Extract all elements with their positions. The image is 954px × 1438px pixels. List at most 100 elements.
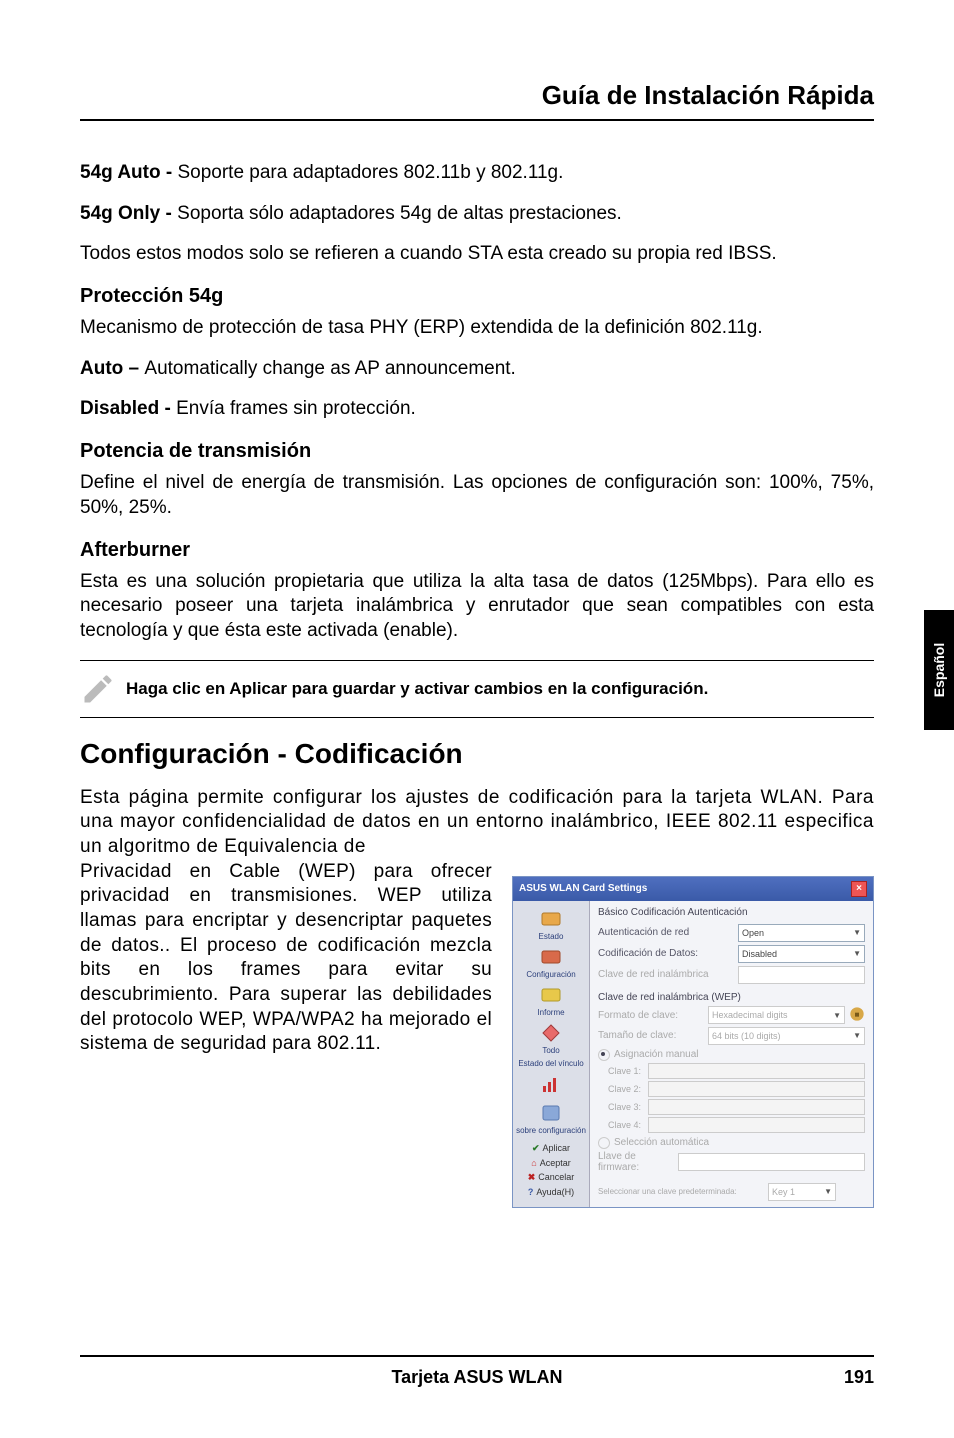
encryption-select[interactable]: Disabled▼ [738,945,865,963]
signal-icon [537,1072,565,1096]
window-titlebar: ASUS WLAN Card Settings × [513,877,873,901]
default-select[interactable]: Key 1 ▼ [768,1183,836,1201]
key2-label: Clave 2: [608,1084,648,1094]
page-title: Guía de Instalación Rápida [80,80,874,121]
para-proteccion-desc: Mecanismo de protección de tasa PHY (ERP… [80,316,874,341]
heading-potencia: Potencia de transmisión [80,440,874,463]
sidebar-item-sobre-config[interactable]: sobre configuración [515,1101,587,1135]
netkey-label: Clave de red inalámbrica [598,969,738,980]
report-icon [537,983,565,1007]
key4-label: Clave 4: [608,1120,648,1130]
action-label: Ayuda(H) [536,1187,574,1197]
label-54g-only: 54g Only - [80,203,177,224]
sidebar-item-label: Estado [539,932,564,941]
window-main: Básico Codificación Autenticación Autent… [590,901,873,1207]
language-label: Español [931,643,947,697]
sidebar-item-label: Informe [537,1008,564,1017]
check-icon: ✔ [532,1143,540,1154]
para-ibss-note: Todos estos modos solo se refieren a cua… [80,242,874,267]
sidebar-item-label: Todo [542,1046,559,1055]
sidebar-item-label: Configuración [526,970,575,979]
sidebar-item-estado-vinculo[interactable]: Estado del vínculo [515,1059,587,1068]
keylength-label: Tamaño de clave: [598,1030,708,1041]
chevron-down-icon: ▼ [853,1031,861,1040]
language-tab: Español [924,610,954,730]
keyformat-select[interactable]: Hexadecimal digits▼ [708,1006,845,1024]
auth-label: Autenticación de red [598,927,738,938]
netkey-input[interactable] [738,966,865,984]
action-label: Cancelar [538,1172,574,1182]
para-54g-auto: 54g Auto - Soporte para adaptadores 802.… [80,161,874,186]
config-icon [537,945,565,969]
apply-button[interactable]: ✔Aplicar [532,1143,570,1154]
page-number: 191 [609,1367,874,1388]
cancel-button[interactable]: ✖Cancelar [528,1172,575,1183]
auth-select[interactable]: Open ▼ [738,924,865,942]
help-button[interactable]: ?Ayuda(H) [528,1187,574,1197]
key3-input[interactable] [648,1099,865,1115]
page-footer: Tarjeta ASUS WLAN 191 [80,1355,874,1388]
para-disabled: Disabled - Envía frames sin protección. [80,397,874,422]
select-value: Open [742,928,764,938]
key3-label: Clave 3: [608,1102,648,1112]
label-54g-auto: 54g Auto - [80,162,177,183]
select-value: Key 1 [772,1187,795,1197]
para-codificacion-cont: Privacidad en Cable (WEP) para ofrecer p… [80,860,492,1058]
wep-group-title: Clave de red inalámbrica (WEP) [598,992,865,1003]
heading-proteccion-54g: Protección 54g [80,285,874,308]
manual-radio-label: Asignación manual [614,1049,699,1060]
default-key-label: Llave de firmware: [598,1151,678,1173]
para-afterburner-desc: Esta es una solución propietaria que uti… [80,570,874,644]
label-auto: Auto – [80,358,144,379]
sidebar-item-label: sobre configuración [516,1126,586,1135]
action-label: Aceptar [540,1158,571,1168]
window-sidebar: Estado Configuración Informe Todo [513,901,590,1207]
auto-radio[interactable] [598,1137,610,1149]
tab-bar[interactable]: Básico Codificación Autenticación [598,907,865,918]
para-auto: Auto – Automatically change as AP announ… [80,357,874,382]
about-icon [537,1101,565,1125]
key1-input[interactable] [648,1063,865,1079]
sidebar-item-informe[interactable]: Informe [515,983,587,1017]
key4-input[interactable] [648,1117,865,1133]
default-key-input[interactable] [678,1153,865,1171]
chevron-down-icon: ▼ [853,949,861,958]
text-54g-only: Soporta sólo adaptadores 54g de altas pr… [177,203,622,224]
heading-configuracion-codificacion: Configuración - Codificación [80,738,874,770]
lock-icon [849,1006,865,1025]
note-row: Haga clic en Aplicar para guardar y acti… [80,660,874,718]
auto-radio-label: Selección automática [614,1137,709,1148]
sidebar-item-todo[interactable]: Todo [515,1021,587,1055]
chevron-down-icon: ▼ [853,928,861,937]
keylength-select[interactable]: 64 bits (10 digits) ▼ [708,1027,865,1045]
para-potencia-desc: Define el nivel de energía de transmisió… [80,471,874,520]
sidebar-item-label: Estado del vínculo [518,1059,583,1068]
key1-label: Clave 1: [608,1066,648,1076]
question-icon: ? [528,1187,534,1197]
default-select-label: Seleccionar una clave predeterminada: [598,1187,768,1196]
text-54g-auto: Soporte para adaptadores 802.11b y 802.1… [177,162,563,183]
home-icon: ⌂ [531,1158,536,1168]
para-54g-only: 54g Only - Soporta sólo adaptadores 54g … [80,202,874,227]
sidebar-item-estado[interactable]: Estado [515,907,587,941]
heading-afterburner: Afterburner [80,539,874,562]
sidebar-item-signal[interactable] [515,1072,587,1097]
sidebar-item-configuracion[interactable]: Configuración [515,945,587,979]
chevron-down-icon: ▼ [824,1187,832,1196]
select-value: 64 bits (10 digits) [712,1031,781,1041]
label-disabled: Disabled - [80,398,176,419]
para-codificacion-intro: Esta página permite configurar los ajust… [80,786,874,860]
key2-input[interactable] [648,1081,865,1097]
text-disabled: Envía frames sin protección. [176,398,416,419]
action-label: Aplicar [543,1143,571,1153]
ok-button[interactable]: ⌂ Aceptar [531,1158,570,1168]
text-auto: Automatically change as AP announcement. [144,358,515,379]
settings-window: ASUS WLAN Card Settings × Estado Configu… [512,876,874,1208]
pencil-icon [80,671,116,707]
note-text: Haga clic en Aplicar para guardar y acti… [126,679,708,699]
manual-radio[interactable] [598,1049,610,1061]
close-button[interactable]: × [851,881,867,897]
scan-icon [537,1021,565,1045]
window-title: ASUS WLAN Card Settings [519,883,647,894]
cross-icon: ✖ [528,1172,536,1183]
